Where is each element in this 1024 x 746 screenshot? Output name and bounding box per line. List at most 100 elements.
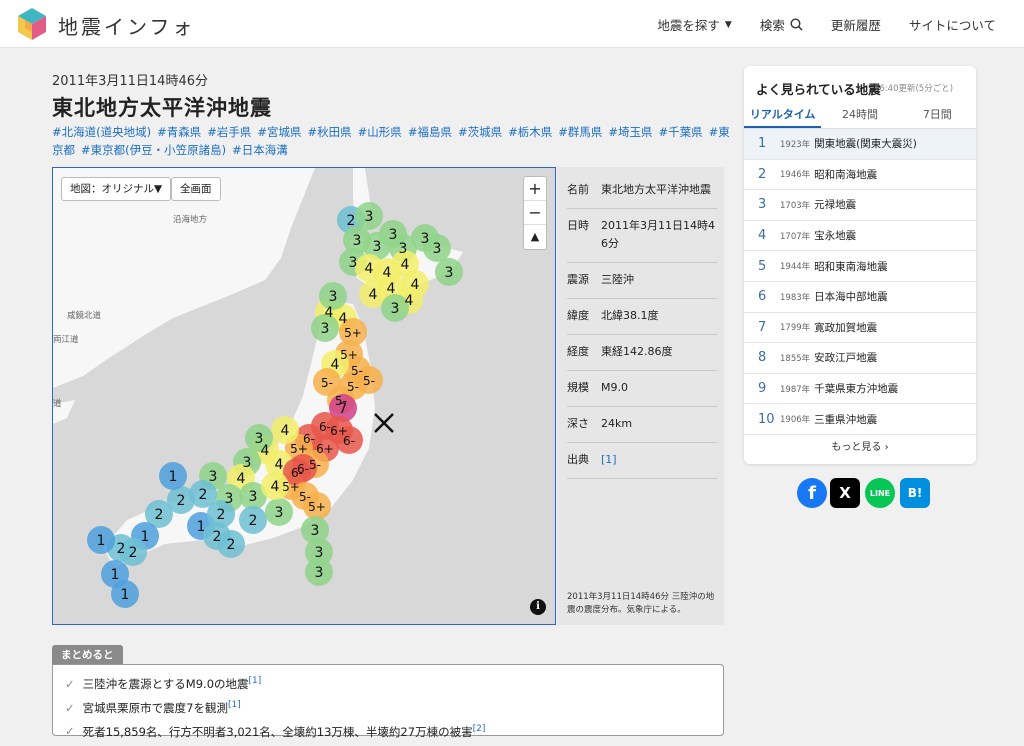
hatena-icon: B! <box>907 486 923 500</box>
info-value: [1] <box>601 451 717 469</box>
tag-link[interactable]: #茨城県 <box>458 125 502 139</box>
ranking-name: 三重県沖地震 <box>814 413 878 426</box>
tab-realtime[interactable]: リアルタイム <box>744 103 822 128</box>
tag-link[interactable]: #岩手県 <box>207 125 251 139</box>
tag-link[interactable]: #青森県 <box>157 125 201 139</box>
hatena-share-button[interactable]: B! <box>900 478 930 508</box>
summary-ref-link[interactable]: [1] <box>228 700 241 710</box>
map-info-icon[interactable]: i <box>530 599 546 615</box>
tab-24h[interactable]: 24時間 <box>821 103 898 128</box>
intensity-label: 5- <box>321 376 333 390</box>
ranking-name: 千葉県東方沖地震 <box>814 383 899 396</box>
tag-link[interactable]: #日本海溝 <box>232 143 288 157</box>
ranking-item[interactable]: 3 1703年 元禄地震 <box>744 190 976 221</box>
info-key: 経度 <box>567 345 589 358</box>
tag-link[interactable]: #栃木県 <box>508 125 552 139</box>
zoom-out-button[interactable]: − <box>524 201 546 225</box>
ranking-item[interactable]: 2 1946年 昭和南海地震 <box>744 160 976 191</box>
site-brand[interactable]: 地震インフォ <box>58 11 195 40</box>
intensity-label: 3 <box>373 239 382 255</box>
tag-link[interactable]: #群馬県 <box>558 125 602 139</box>
intensity-label: 4 <box>401 257 410 273</box>
summary-text: 三陸沖を震源とするM9.0の地震 <box>82 676 249 691</box>
ranking-item[interactable]: 7 1799年 寛政加賀地震 <box>744 313 976 344</box>
compass-icon[interactable]: ▲ <box>524 225 546 249</box>
intensity-label: 4 <box>271 479 280 495</box>
map-canvas[interactable]: 2 33 3333333 4 4 4444 434 4335+5+5-45- 5- 5-5-76+… <box>53 168 556 625</box>
intensity-label: 4 <box>237 471 246 487</box>
intensity-label: 3 <box>315 545 324 561</box>
intensity-label: 5+ <box>344 326 362 340</box>
tag-link[interactable]: #埼玉県 <box>608 125 652 139</box>
intensity-label: 3 <box>445 265 454 281</box>
info-value: 24km <box>601 417 633 430</box>
nav-search-earthquake[interactable]: 地震を探す ▼ <box>657 15 731 34</box>
intensity-label: 3 <box>255 431 264 447</box>
ranking-item[interactable]: 5 1944年 昭和東南海地震 <box>744 251 976 282</box>
facebook-share-button[interactable]: f <box>797 478 827 508</box>
tag-link[interactable]: #宮城県 <box>257 125 301 139</box>
zoom-control: + − ▲ <box>523 176 547 250</box>
intensity-label: 1 <box>121 587 130 603</box>
info-table: 名前 東北地方太平洋沖地震 日時 2011年3月11日14時46分 震源 三陸沖 緯度 北緯3… <box>567 173 717 479</box>
intensity-label: 6- <box>291 466 303 480</box>
intensity-label: 3 <box>433 241 442 257</box>
intensity-label: 4 <box>383 265 392 281</box>
x-icon: X <box>839 484 851 502</box>
ranking-item[interactable]: 10 1906年 三重県沖地震 <box>744 404 976 435</box>
intensity-label: 4 <box>339 311 348 327</box>
ranking-item[interactable]: 6 1983年 日本海中部地震 <box>744 282 976 313</box>
zoom-in-button[interactable]: + <box>524 177 546 201</box>
map-layer-select[interactable]: 地図：オリジナル▼ <box>61 177 172 201</box>
info-row: 深さ 24km <box>567 407 717 443</box>
intensity-label: 6- <box>319 420 331 434</box>
nav-search-label: 検索 <box>759 18 785 33</box>
ranking-number: 5 <box>758 258 767 274</box>
info-row: 規模 M9.0 <box>567 371 717 407</box>
ranking-number: 6 <box>758 289 767 305</box>
nav-updates[interactable]: 更新履歴 <box>831 15 881 34</box>
tag-link[interactable]: #千葉県 <box>659 125 703 139</box>
tag-link[interactable]: #福島県 <box>408 125 452 139</box>
tag-link[interactable]: #東京都(伊豆・小笠原諸島) <box>81 143 226 157</box>
intensity-label: 3 <box>349 255 358 271</box>
source-link[interactable]: [1] <box>601 453 617 466</box>
summary-ref-link[interactable]: [1] <box>249 676 262 686</box>
line-share-button[interactable]: LINE <box>865 478 895 508</box>
more-link[interactable]: もっと見る › <box>744 438 976 453</box>
continent-landmass <box>53 168 315 388</box>
tag-link[interactable]: #秋田県 <box>308 125 352 139</box>
info-value: 北緯38.1度 <box>601 309 659 322</box>
nav-about[interactable]: サイトについて <box>909 15 996 34</box>
x-share-button[interactable]: X <box>830 478 860 508</box>
tab-7d[interactable]: 7日間 <box>899 103 976 128</box>
ranking-item[interactable]: 1 1923年 関東地震(関東大震災) <box>744 129 976 160</box>
tag-link[interactable]: #北海道(道央地域) <box>52 125 151 139</box>
popular-updated: 16:40更新(5分ごと) <box>874 84 954 94</box>
intensity-label: 2 <box>347 213 356 229</box>
popular-earthquakes-card: よく見られている地震 16:40更新(5分ごと) リアルタイム 24時間 7日間… <box>744 66 976 464</box>
ranking-year: 1855年 <box>780 353 811 364</box>
summary-tab: まとめると <box>52 645 123 665</box>
intensity-label: 4 <box>387 281 396 297</box>
ranking-number: 7 <box>758 319 767 335</box>
ranking-item[interactable]: 4 1707年 宝永地震 <box>744 221 976 252</box>
ranking-year: 1987年 <box>780 384 811 395</box>
nav-search[interactable]: 検索 <box>760 15 803 34</box>
ranking-number: 3 <box>758 197 767 213</box>
intensity-label: 4 <box>281 423 290 439</box>
site-logo-icon[interactable] <box>16 6 48 42</box>
search-icon <box>790 18 803 31</box>
ranking-name: 宝永地震 <box>814 230 857 243</box>
tag-list: #北海道(道央地域) #青森県 #岩手県 #宮城県 #秋田県 #山形県 #福島県 #茨城県 #栃… <box>52 123 732 159</box>
summary-ref-link[interactable]: [2] <box>473 724 486 734</box>
intensity-label: 1 <box>141 529 150 545</box>
fullscreen-button[interactable]: 全画面 <box>171 177 221 201</box>
ranking-name: 昭和南海地震 <box>814 168 878 181</box>
ranking-item[interactable]: 8 1855年 安政江戸地震 <box>744 343 976 374</box>
ranking-year: 1946年 <box>780 170 811 181</box>
intensity-map[interactable]: 2 3 3 3 3 3 3 3 3 3 4 4 4 4 4 4 4 3 4 4 3 3 5+ 5+ 5- 4 5- 5- 5- 5- 7 6+… <box>52 167 556 625</box>
tag-link[interactable]: #山形県 <box>358 125 402 139</box>
line-icon: LINE <box>869 488 891 498</box>
ranking-item[interactable]: 9 1987年 千葉県東方沖地震 <box>744 374 976 405</box>
